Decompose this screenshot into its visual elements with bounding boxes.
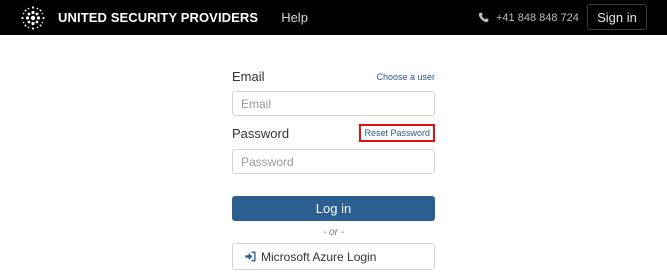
phone-contact[interactable]: +41 848 848 724 <box>478 0 579 35</box>
or-separator: - or - <box>322 227 345 238</box>
dotted-globe-logo-icon <box>21 5 45 30</box>
choose-user-link[interactable]: Choose a user <box>376 72 435 82</box>
login-button[interactable]: Log in <box>232 196 435 221</box>
password-label: Password <box>232 125 290 141</box>
email-label: Email <box>232 69 265 84</box>
brand-name: UNITED SECURITY PROVIDERS <box>58 10 259 25</box>
microsoft-azure-login-button[interactable]: Microsoft Azure Login <box>232 243 435 270</box>
password-label-row: Password Reset Password <box>232 124 435 142</box>
email-label-row: Email Choose a user <box>232 69 435 84</box>
help-link[interactable]: Help <box>281 10 308 25</box>
password-input[interactable] <box>232 149 435 174</box>
azure-login-label: Microsoft Azure Login <box>261 249 377 264</box>
phone-icon <box>478 12 489 23</box>
phone-number: +41 848 848 724 <box>496 11 579 24</box>
email-input[interactable] <box>232 91 435 116</box>
brand[interactable]: UNITED SECURITY PROVIDERS <box>20 5 258 31</box>
sign-in-button[interactable]: Sign in <box>587 4 647 30</box>
top-navigation-bar: UNITED SECURITY PROVIDERS Help +41 848 8… <box>0 0 667 35</box>
reset-password-link[interactable]: Reset Password <box>359 124 435 142</box>
sign-in-icon <box>245 251 256 262</box>
